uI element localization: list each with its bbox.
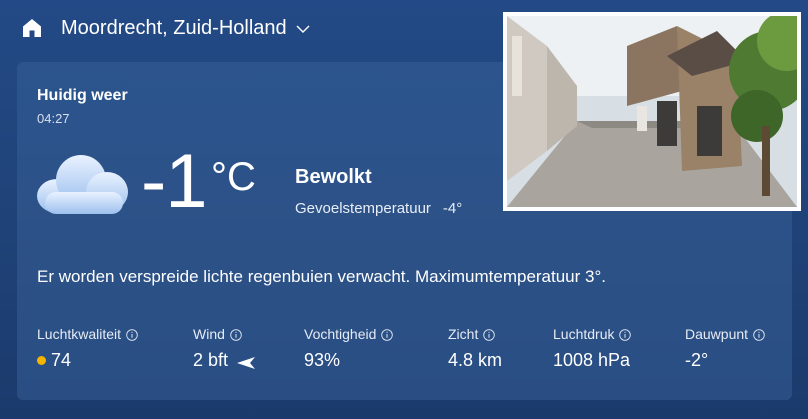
update-time: 04:27 — [37, 111, 70, 126]
top-bar: Moordrecht, Zuid-Holland — [20, 10, 311, 46]
card-title: Huidig weer — [37, 87, 128, 104]
feels-like-label: Gevoelstemperatuur — [295, 200, 431, 217]
info-icon[interactable] — [753, 328, 765, 341]
info-icon[interactable] — [619, 328, 632, 341]
metric-value: -2° — [685, 350, 709, 370]
home-icon[interactable] — [20, 16, 44, 40]
forecast-summary: Er worden verspreide lichte regenbuien v… — [37, 267, 607, 286]
metric-pressure[interactable]: Luchtdruk 1008 hPa — [553, 326, 632, 371]
cloud-icon — [35, 154, 130, 216]
metric-label: Wind — [193, 326, 225, 342]
info-icon[interactable] — [483, 328, 496, 341]
metric-label: Zicht — [448, 326, 479, 342]
wind-direction-icon — [236, 354, 256, 369]
air-quality-dot-icon — [37, 356, 46, 365]
metric-label: Vochtigheid — [304, 326, 377, 342]
metric-label: Luchtkwaliteit — [37, 326, 122, 342]
location-selector[interactable]: Moordrecht, Zuid-Holland — [61, 17, 311, 40]
metric-value: 4.8 km — [448, 350, 503, 370]
chevron-down-icon — [295, 20, 311, 36]
metric-dew-point[interactable]: Dauwpunt -2° — [685, 326, 765, 371]
location-photo — [503, 12, 801, 211]
metric-humidity[interactable]: Vochtigheid 93% — [304, 326, 394, 371]
metric-value: 1008 hPa — [553, 350, 631, 370]
metric-label: Luchtdruk — [553, 326, 615, 342]
metric-value: 93% — [304, 350, 341, 370]
metric-wind[interactable]: Wind 2 bft — [193, 326, 256, 371]
temperature-unit: °C — [211, 155, 256, 199]
location-name: Moordrecht, Zuid-Holland — [61, 16, 287, 39]
temperature-value: -1 — [141, 139, 208, 224]
info-icon[interactable] — [126, 328, 138, 341]
metric-label: Dauwpunt — [685, 326, 749, 342]
feels-like-value: -4° — [442, 200, 463, 217]
metric-visibility[interactable]: Zicht 4.8 km — [448, 326, 502, 371]
info-icon[interactable] — [230, 328, 242, 341]
info-icon[interactable] — [381, 328, 394, 341]
feels-like: Gevoelstemperatuur -4° — [295, 200, 462, 217]
metric-air-quality[interactable]: Luchtkwaliteit 74 — [37, 326, 138, 371]
condition-text: Bewolkt — [295, 166, 372, 188]
metric-value: 2 bft — [193, 350, 229, 370]
metric-value: 74 — [51, 350, 72, 370]
